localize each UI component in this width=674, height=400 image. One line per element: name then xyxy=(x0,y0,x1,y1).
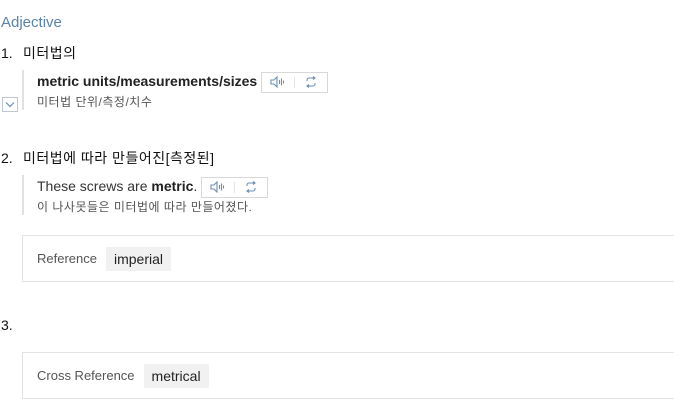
cross-reference-label: Cross Reference xyxy=(37,368,135,383)
example-audio-controls xyxy=(261,71,329,93)
example-audio-controls xyxy=(201,176,269,198)
definition-1: 1. 미터법의 xyxy=(1,43,77,63)
example-bold-text: metric xyxy=(151,178,194,194)
listen-button[interactable] xyxy=(202,178,234,197)
reference-word-link[interactable]: imperial xyxy=(105,246,171,271)
definition-number: 3. xyxy=(1,317,13,333)
example-translation: 미터법 단위/측정/치수 xyxy=(37,95,153,109)
speaker-waves-icon xyxy=(210,181,225,194)
expand-examples-button[interactable] xyxy=(2,97,18,112)
listen-button[interactable] xyxy=(262,73,294,92)
example-text-before: These screws are xyxy=(37,178,152,194)
definition-number: 2. xyxy=(1,150,13,166)
definition-3: 3. xyxy=(1,317,23,333)
reference-label: Reference xyxy=(37,251,97,266)
example-block-2: These screws are metric. 이 나사못들은 미터법에 따라… xyxy=(22,175,269,215)
repeat-loop-icon xyxy=(306,76,317,89)
example-translation: 이 나사못들은 미터법에 따라 만들어졌다. xyxy=(37,200,253,214)
example-block-1: metric units/measurements/sizes 미터법 단위/측… xyxy=(22,70,329,110)
example-sentence: These screws are metric. xyxy=(37,175,269,198)
definition-2: 2. 미터법에 따라 만들어진[측정된] xyxy=(1,148,215,168)
part-of-speech-heading: Adjective xyxy=(1,14,62,31)
example-text-after: . xyxy=(193,178,198,194)
cross-reference-box: Cross Reference metrical xyxy=(22,352,674,399)
cross-reference-word-link[interactable]: metrical xyxy=(143,363,209,388)
repeat-loop-icon xyxy=(246,181,257,194)
speaker-waves-icon xyxy=(270,76,285,89)
definition-text: 미터법에 따라 만들어진[측정된] xyxy=(23,150,215,166)
definition-number: 1. xyxy=(1,45,13,61)
example-bold-text: metric units/measurements/sizes xyxy=(37,73,258,89)
chevron-down-icon xyxy=(5,102,15,108)
example-sentence: metric units/measurements/sizes xyxy=(37,70,329,93)
repeat-button[interactable] xyxy=(295,73,327,92)
reference-box: Reference imperial xyxy=(22,235,674,282)
repeat-button[interactable] xyxy=(235,178,267,197)
definition-text: 미터법의 xyxy=(23,45,77,61)
